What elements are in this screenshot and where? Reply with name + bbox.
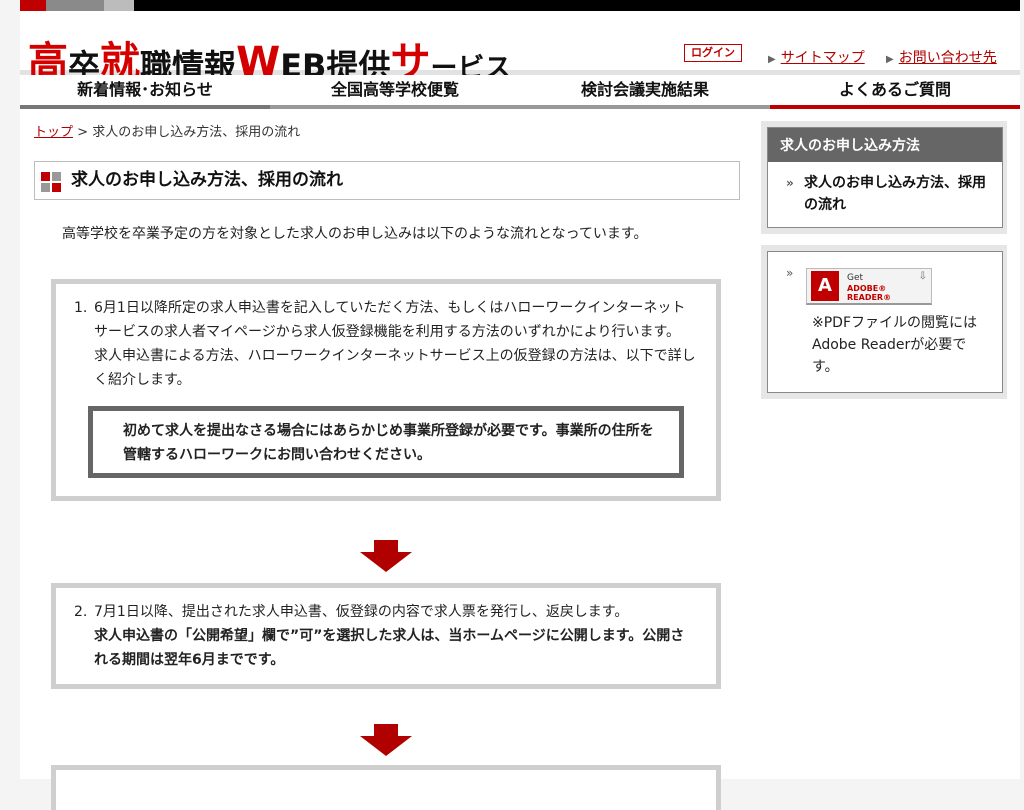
adobe-reader-download-button[interactable]: A Get ADOBE® READER® ⇩: [806, 268, 932, 305]
page: 高 卒 就 職 情 報 W EB 提 供 サ ービス ログイン ▶ サイトマップ …: [20, 0, 1020, 810]
site-logo[interactable]: 高 卒 就 職 情 報 W EB 提 供 サ ービス: [28, 26, 511, 82]
intro-text: 高等学校を卒業予定の方を対象とした求人のお申し込みは以下のような流れとなっていま…: [62, 226, 648, 242]
step-number: 2.: [74, 604, 88, 620]
download-arrow-icon: ⇩: [918, 271, 927, 282]
page-title-box: 求人のお申し込み方法、採用の流れ: [34, 161, 740, 200]
step-text: 7月1日以降、提出された求人申込書、仮登録の内容で求人票を発行し、返戻します。: [94, 604, 629, 620]
sidebar-box-1: 求人のお申し込み方法 » 求人のお申し込み方法、採用の流れ: [767, 127, 1003, 228]
nav-item-faq[interactable]: よくあるご質問: [770, 75, 1020, 109]
double-chevron-icon: »: [786, 176, 794, 190]
sidebar-heading: 求人のお申し込み方法: [768, 128, 1002, 162]
sitemap-link-label: サイトマップ: [780, 50, 865, 66]
step-number: 1.: [74, 300, 88, 316]
step-box-2: 2. 7月1日以降、提出された求人申込書、仮登録の内容で求人票を発行し、返戻しま…: [51, 583, 721, 689]
page-title: 求人のお申し込み方法、採用の流れ: [71, 170, 343, 190]
top-bar: [20, 0, 1020, 11]
site-header: 高 卒 就 職 情 報 W EB 提 供 サ ービス ログイン ▶ サイトマップ …: [20, 11, 1020, 84]
step-text-2: 求人申込書による方法、ハローワークインターネットサービス上の仮登録の方法は、以下…: [94, 348, 696, 388]
down-arrow-icon: [360, 724, 412, 756]
step-box-3: [51, 765, 721, 810]
sidebar-link-application-flow[interactable]: » 求人のお申し込み方法、採用の流れ: [768, 162, 1002, 222]
triangle-right-icon: ▶: [886, 54, 894, 65]
down-arrow-icon: [360, 540, 412, 572]
adobe-get-label: Get: [847, 273, 864, 283]
contact-link[interactable]: ▶ お問い合わせ先: [886, 47, 997, 67]
nav-item-meeting-results[interactable]: 検討会議実施結果: [520, 75, 770, 109]
top-bar-red-segment: [20, 0, 46, 11]
triangle-right-icon: ▶: [768, 54, 776, 65]
breadcrumb-home-link[interactable]: トップ: [34, 125, 73, 140]
breadcrumb-separator: >: [73, 125, 93, 140]
main-nav: 新着情報･お知らせ 全国高等学校便覧 検討会議実施結果 よくあるご質問: [20, 75, 1020, 109]
top-bar-gray-segment: [46, 0, 104, 11]
step-text: 6月1日以降所定の求人申込書を記入していただく方法、もしくはハローワークインター…: [94, 300, 686, 340]
pdf-note: ※PDFファイルの閲覧にはAdobe Readerが必要です。: [812, 315, 978, 375]
top-bar-light-segment: [104, 0, 134, 11]
double-chevron-icon: »: [786, 266, 794, 280]
title-square-icon: [41, 172, 61, 192]
sitemap-link[interactable]: ▶ サイトマップ: [768, 47, 865, 67]
registration-notice: 初めて求人を提出なさる場合にはあらかじめ事業所登録が必要です。事業所の住所を管轄…: [88, 406, 684, 478]
breadcrumb: トップ > 求人のお申し込み方法、採用の流れ: [34, 121, 300, 140]
adobe-reader-label: ADOBE® READER®: [847, 284, 892, 302]
sidebar-link-label: 求人のお申し込み方法、採用の流れ: [804, 175, 986, 213]
step-box-1: 1. 6月1日以降所定の求人申込書を記入していただく方法、もしくはハローワークイ…: [51, 279, 721, 501]
nav-item-school-directory[interactable]: 全国高等学校便覧: [270, 75, 520, 109]
contact-link-label: お問い合わせ先: [898, 50, 997, 66]
pdf-icon: A: [811, 271, 839, 301]
sidebar-box-2: » A Get ADOBE® READER® ⇩ ※PDFファイルの閲覧にはAd…: [767, 251, 1003, 393]
login-button[interactable]: ログイン: [684, 44, 742, 62]
nav-item-news[interactable]: 新着情報･お知らせ: [20, 75, 270, 109]
breadcrumb-current: 求人のお申し込み方法、採用の流れ: [92, 125, 301, 140]
step-bold-text: 求人申込書の「公開希望」欄で”可”を選択した求人は、当ホームページに公開します。…: [94, 628, 685, 668]
